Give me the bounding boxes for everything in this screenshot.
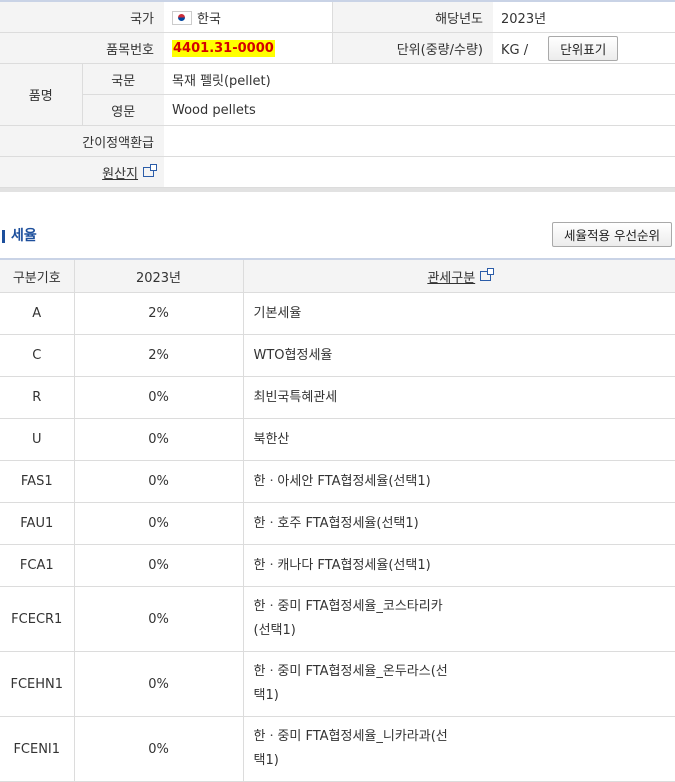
table-row: FAS1 0% 한ㆍ아세안 FTA협정세율(선택1) <box>0 460 675 503</box>
origin-link[interactable]: 원산지 <box>102 167 138 182</box>
item-info-table: 국가 한국 해당년도 2023년 품목번호 4401.31-0000 단위(중량… <box>0 0 675 188</box>
rate-priority-button[interactable]: 세율적용 우선순위 <box>552 222 672 247</box>
hs-code-label: 품목번호 <box>0 32 165 64</box>
hs-code-value: 4401.31-0000 <box>172 39 275 57</box>
rate-code: C <box>0 334 74 377</box>
rate-description: 한ㆍ중미 FTA협정세율_코스타리카 (선택1) <box>242 586 675 652</box>
rate-description: 한ㆍ아세안 FTA협정세율(선택1) <box>242 460 675 503</box>
rate-description-line: 택1) <box>253 688 279 703</box>
tariff-section-title: 세율 <box>2 229 37 243</box>
rate-code: FCENI1 <box>0 716 74 782</box>
year-value: 2023년 <box>493 1 675 33</box>
rate-value: 0% <box>73 376 243 419</box>
origin-cell: 원산지 <box>0 156 165 188</box>
simple-refund-value <box>164 125 675 157</box>
external-link-icon[interactable] <box>480 267 495 281</box>
unit-label: 단위(중량/수량) <box>331 32 494 64</box>
table-row: FCEHN1 0% 한ㆍ중미 FTA협정세율_온두라스(선택1) <box>0 651 675 717</box>
tariff-type-link[interactable]: 관세구분 <box>427 271 475 286</box>
rate-code: FCA1 <box>0 544 74 587</box>
unit-notation-button[interactable]: 단위표기 <box>548 35 619 61</box>
origin-row: 원산지 <box>0 156 675 188</box>
tariff-section-header: 세율 세율적용 우선순위 <box>0 192 675 258</box>
rate-value: 2% <box>73 292 243 335</box>
table-row: FCA1 0% 한ㆍ캐나다 FTA협정세율(선택1) <box>0 544 675 587</box>
rate-description: WTO협정세율 <box>242 334 675 377</box>
hs-row: 품목번호 4401.31-0000 단위(중량/수량) KG / 단위표기 <box>0 32 675 64</box>
korean-name-value: 목재 펠릿(pellet) <box>164 63 675 95</box>
country-row: 국가 한국 해당년도 2023년 <box>0 1 675 33</box>
table-row: FCECR1 0% 한ㆍ중미 FTA협정세율_코스타리카 (선택1) <box>0 586 675 652</box>
tariff-rate-table: 구분기호 2023년 관세구분 A 2% 기본세율 C 2% WTO협정세율 R… <box>0 258 675 782</box>
rate-description: 한ㆍ캐나다 FTA협정세율(선택1) <box>242 544 675 587</box>
english-name-label: 영문 <box>82 94 165 126</box>
rate-code: A <box>0 292 74 335</box>
english-name-value: Wood pellets <box>164 94 675 126</box>
refund-row: 간이정액환급 <box>0 125 675 157</box>
rate-value: 0% <box>73 651 243 717</box>
country-label: 국가 <box>0 1 165 33</box>
rate-value: 0% <box>73 544 243 587</box>
rate-description: 한ㆍ중미 FTA협정세율_온두라스(선택1) <box>242 651 675 717</box>
rate-code: FAS1 <box>0 460 74 503</box>
table-row: FAU1 0% 한ㆍ호주 FTA협정세율(선택1) <box>0 502 675 545</box>
item-name-label: 품명 <box>0 63 83 126</box>
rate-code: FCECR1 <box>0 586 74 652</box>
origin-value <box>164 156 675 188</box>
table-row: A 2% 기본세율 <box>0 292 675 335</box>
rate-description: 기본세율 <box>242 292 675 335</box>
simple-refund-label: 간이정액환급 <box>0 125 165 157</box>
rate-code: FCEHN1 <box>0 651 74 717</box>
col-type-header: 관세구분 <box>242 259 675 293</box>
rate-description-line: 한ㆍ중미 FTA협정세율_코스타리카 <box>253 599 443 614</box>
rate-description-line: 한ㆍ중미 FTA협정세율_니카라과(선 <box>253 729 448 744</box>
rate-code: FAU1 <box>0 502 74 545</box>
table-row: FCENI1 0% 한ㆍ중미 FTA협정세율_니카라과(선택1) <box>0 716 675 782</box>
year-label: 해당년도 <box>331 1 494 33</box>
rate-value: 0% <box>73 586 243 652</box>
external-link-icon[interactable] <box>143 163 158 177</box>
country-value: 한국 <box>197 11 221 27</box>
unit-value: KG / <box>501 42 529 58</box>
rate-description: 최빈국특혜관세 <box>242 376 675 419</box>
rate-description: 한ㆍ중미 FTA협정세율_니카라과(선택1) <box>242 716 675 782</box>
rate-value: 0% <box>73 716 243 782</box>
table-row: U 0% 북한산 <box>0 418 675 461</box>
col-year-header: 2023년 <box>73 259 243 293</box>
rate-description: 북한산 <box>242 418 675 461</box>
korean-name-row: 품명 국문 목재 펠릿(pellet) <box>0 63 675 126</box>
col-code-header: 구분기호 <box>0 259 74 293</box>
rate-description: 한ㆍ호주 FTA협정세율(선택1) <box>242 502 675 545</box>
rate-description-line: 택1) <box>253 753 279 768</box>
country-cell: 한국 <box>164 1 333 33</box>
rate-value: 0% <box>73 460 243 503</box>
korean-name-label: 국문 <box>82 63 165 95</box>
rate-value: 2% <box>73 334 243 377</box>
unit-cell: KG / 단위표기 <box>493 32 675 64</box>
rate-value: 0% <box>73 502 243 545</box>
table-row: C 2% WTO협정세율 <box>0 334 675 377</box>
hs-code-cell: 4401.31-0000 <box>164 32 333 64</box>
table-row: R 0% 최빈국특혜관세 <box>0 376 675 419</box>
rate-value: 0% <box>73 418 243 461</box>
rate-description-line: (선택1) <box>253 623 296 638</box>
korea-flag-icon <box>172 10 193 25</box>
english-name-row: 영문 Wood pellets <box>0 94 675 126</box>
rate-code: U <box>0 418 74 461</box>
tariff-header-row: 구분기호 2023년 관세구분 <box>0 259 675 293</box>
rate-code: R <box>0 376 74 419</box>
rate-description-line: 한ㆍ중미 FTA협정세율_온두라스(선 <box>253 664 448 679</box>
